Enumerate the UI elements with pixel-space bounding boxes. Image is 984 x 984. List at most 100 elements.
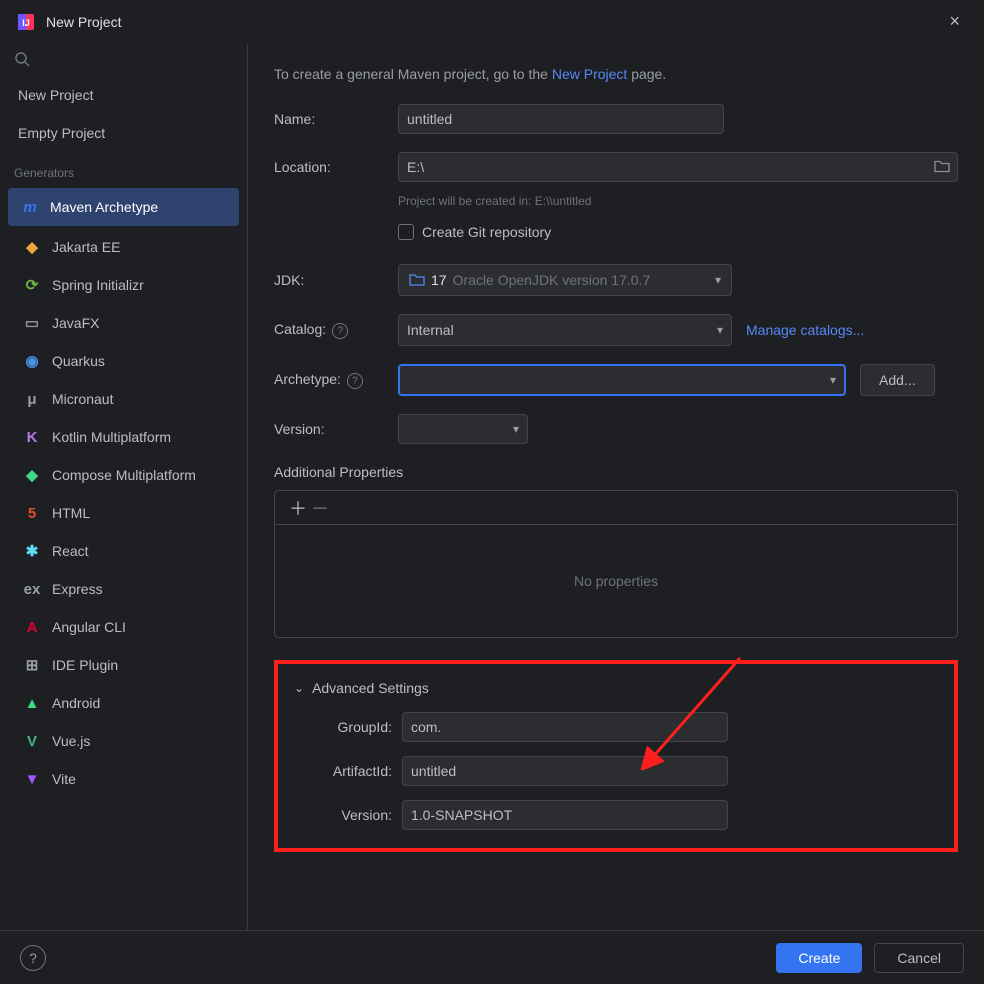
manage-catalogs-link[interactable]: Manage catalogs...	[746, 322, 864, 338]
sidebar-item-spring-initializr[interactable]: ⟳ Spring Initializr	[0, 266, 247, 304]
location-label: Location:	[274, 159, 398, 175]
sidebar-item-kotlin-multiplatform[interactable]: KKotlin Multiplatform	[0, 418, 247, 456]
advanced-settings-panel: ⌄ Advanced Settings GroupId: ArtifactId:…	[274, 660, 958, 852]
titlebar: IJ New Project ×	[0, 0, 984, 44]
sidebar-item-micronaut[interactable]: μ Micronaut	[0, 380, 247, 418]
cancel-button[interactable]: Cancel	[874, 943, 964, 973]
catalog-label: Catalog:?	[274, 321, 398, 339]
chevron-down-icon: ▾	[715, 273, 721, 287]
sidebar-item-vite[interactable]: ▼ Vite	[0, 760, 247, 798]
intro-link[interactable]: New Project	[552, 66, 627, 82]
remove-property-icon[interactable]: －	[309, 495, 331, 521]
version-dropdown[interactable]: ▾	[398, 414, 528, 444]
artifactid-input[interactable]	[402, 756, 728, 786]
jakarta-ee-icon: ◆	[22, 238, 42, 256]
sidebar-item-label: Spring Initializr	[52, 277, 144, 293]
groupid-input[interactable]	[402, 712, 728, 742]
compose-multiplatform-icon: ◆	[22, 466, 42, 484]
sidebar-item-label: Express	[52, 581, 103, 597]
add-button[interactable]: Add...	[860, 364, 935, 396]
close-icon[interactable]: ×	[941, 7, 968, 36]
catalog-dropdown[interactable]: Internal ▾	[398, 314, 732, 346]
properties-box: ＋ － No properties	[274, 490, 958, 638]
svg-text:IJ: IJ	[22, 18, 30, 28]
help-icon[interactable]: ?	[347, 373, 363, 389]
footer: ? Create Cancel	[0, 930, 984, 984]
adv-version-input[interactable]	[402, 800, 728, 830]
sidebar-item-label: Jakarta EE	[52, 239, 120, 255]
sidebar-item-empty-project[interactable]: Empty Project	[0, 114, 247, 152]
search-icon[interactable]	[14, 51, 30, 72]
jdk-version: 17	[431, 272, 447, 288]
sidebar-item-label: JavaFX	[52, 315, 99, 331]
main-panel: To create a general Maven project, go to…	[248, 44, 984, 930]
sidebar-item-html[interactable]: 5 HTML	[0, 494, 247, 532]
sidebar-item-maven-archetype[interactable]: mMaven Archetype	[8, 188, 239, 226]
create-button[interactable]: Create	[776, 943, 862, 973]
sidebar-item-label: Micronaut	[52, 391, 113, 407]
intro-prefix: To create a general Maven project, go to…	[274, 66, 552, 82]
sidebar-item-javafx[interactable]: ▭ JavaFX	[0, 304, 247, 342]
sidebar-item-label: Vue.js	[52, 733, 90, 749]
jdk-dropdown[interactable]: 17 Oracle OpenJDK version 17.0.7 ▾	[398, 264, 732, 296]
sidebar-item-label: Quarkus	[52, 353, 105, 369]
angular-cli-icon: A	[22, 619, 42, 636]
add-property-icon[interactable]: ＋	[287, 495, 309, 521]
advanced-settings-toggle[interactable]: ⌄ Advanced Settings	[294, 680, 942, 696]
help-button[interactable]: ?	[20, 945, 46, 971]
help-icon[interactable]: ?	[332, 323, 348, 339]
advanced-settings-label: Advanced Settings	[312, 680, 429, 696]
jdk-icon	[409, 272, 425, 289]
spring-initializr-icon: ⟳	[22, 276, 42, 294]
sidebar-item-jakarta-ee[interactable]: ◆ Jakarta EE	[0, 228, 247, 266]
quarkus-icon: ◉	[22, 352, 42, 370]
jdk-label: JDK:	[274, 272, 398, 288]
chevron-down-icon: ▾	[830, 373, 836, 387]
vue-js-icon: V	[22, 733, 42, 750]
intro-suffix: page.	[627, 66, 666, 82]
chevron-down-icon: ▾	[513, 422, 519, 436]
sidebar-item-express[interactable]: ex Express	[0, 570, 247, 608]
chevron-down-icon: ▾	[717, 323, 723, 337]
sidebar-item-label: HTML	[52, 505, 90, 521]
name-input[interactable]	[398, 104, 724, 134]
sidebar-item-react[interactable]: ✱ React	[0, 532, 247, 570]
sidebar-item-label: IDE Plugin	[52, 657, 118, 673]
catalog-value: Internal	[407, 322, 454, 338]
sidebar-item-ide-plugin[interactable]: ⊞ IDE Plugin	[0, 646, 247, 684]
sidebar-item-compose-multiplatform[interactable]: ◆Compose Multiplatform	[0, 456, 247, 494]
generators-label: Generators	[0, 152, 247, 186]
archetype-label: Archetype:?	[274, 371, 398, 389]
sidebar: New ProjectEmpty Project Generators mMav…	[0, 44, 248, 930]
git-checkbox[interactable]	[398, 224, 414, 240]
javafx-icon: ▭	[22, 314, 42, 332]
html-icon: 5	[22, 505, 42, 522]
sidebar-item-android[interactable]: ▲Android	[0, 684, 247, 722]
sidebar-item-label: React	[52, 543, 89, 559]
chevron-down-icon: ⌄	[294, 681, 304, 695]
sidebar-item-label: Angular CLI	[52, 619, 126, 635]
archetype-dropdown[interactable]: ▾	[398, 364, 846, 396]
ide-plugin-icon: ⊞	[22, 656, 42, 674]
micronaut-icon: μ	[22, 391, 42, 408]
location-hint: Project will be created in: E:\\untitled	[398, 194, 958, 208]
window-title: New Project	[46, 14, 941, 30]
jdk-desc: Oracle OpenJDK version 17.0.7	[453, 272, 651, 288]
react-icon: ✱	[22, 542, 42, 560]
sidebar-item-vue-js[interactable]: V Vue.js	[0, 722, 247, 760]
app-icon: IJ	[16, 12, 36, 32]
git-label: Create Git repository	[422, 224, 551, 240]
sidebar-item-quarkus[interactable]: ◉ Quarkus	[0, 342, 247, 380]
sidebar-item-new-project[interactable]: New Project	[0, 76, 247, 114]
adv-version-label: Version:	[310, 807, 402, 823]
additional-properties-header: Additional Properties	[274, 464, 958, 480]
location-input[interactable]	[398, 152, 958, 182]
artifactid-label: ArtifactId:	[310, 763, 402, 779]
sidebar-item-angular-cli[interactable]: A Angular CLI	[0, 608, 247, 646]
vite-icon: ▼	[22, 771, 42, 788]
kotlin-multiplatform-icon: K	[22, 429, 42, 446]
intro-text: To create a general Maven project, go to…	[274, 66, 958, 82]
folder-icon[interactable]	[934, 159, 950, 176]
sidebar-item-label: Vite	[52, 771, 76, 787]
express-icon: ex	[22, 581, 42, 598]
